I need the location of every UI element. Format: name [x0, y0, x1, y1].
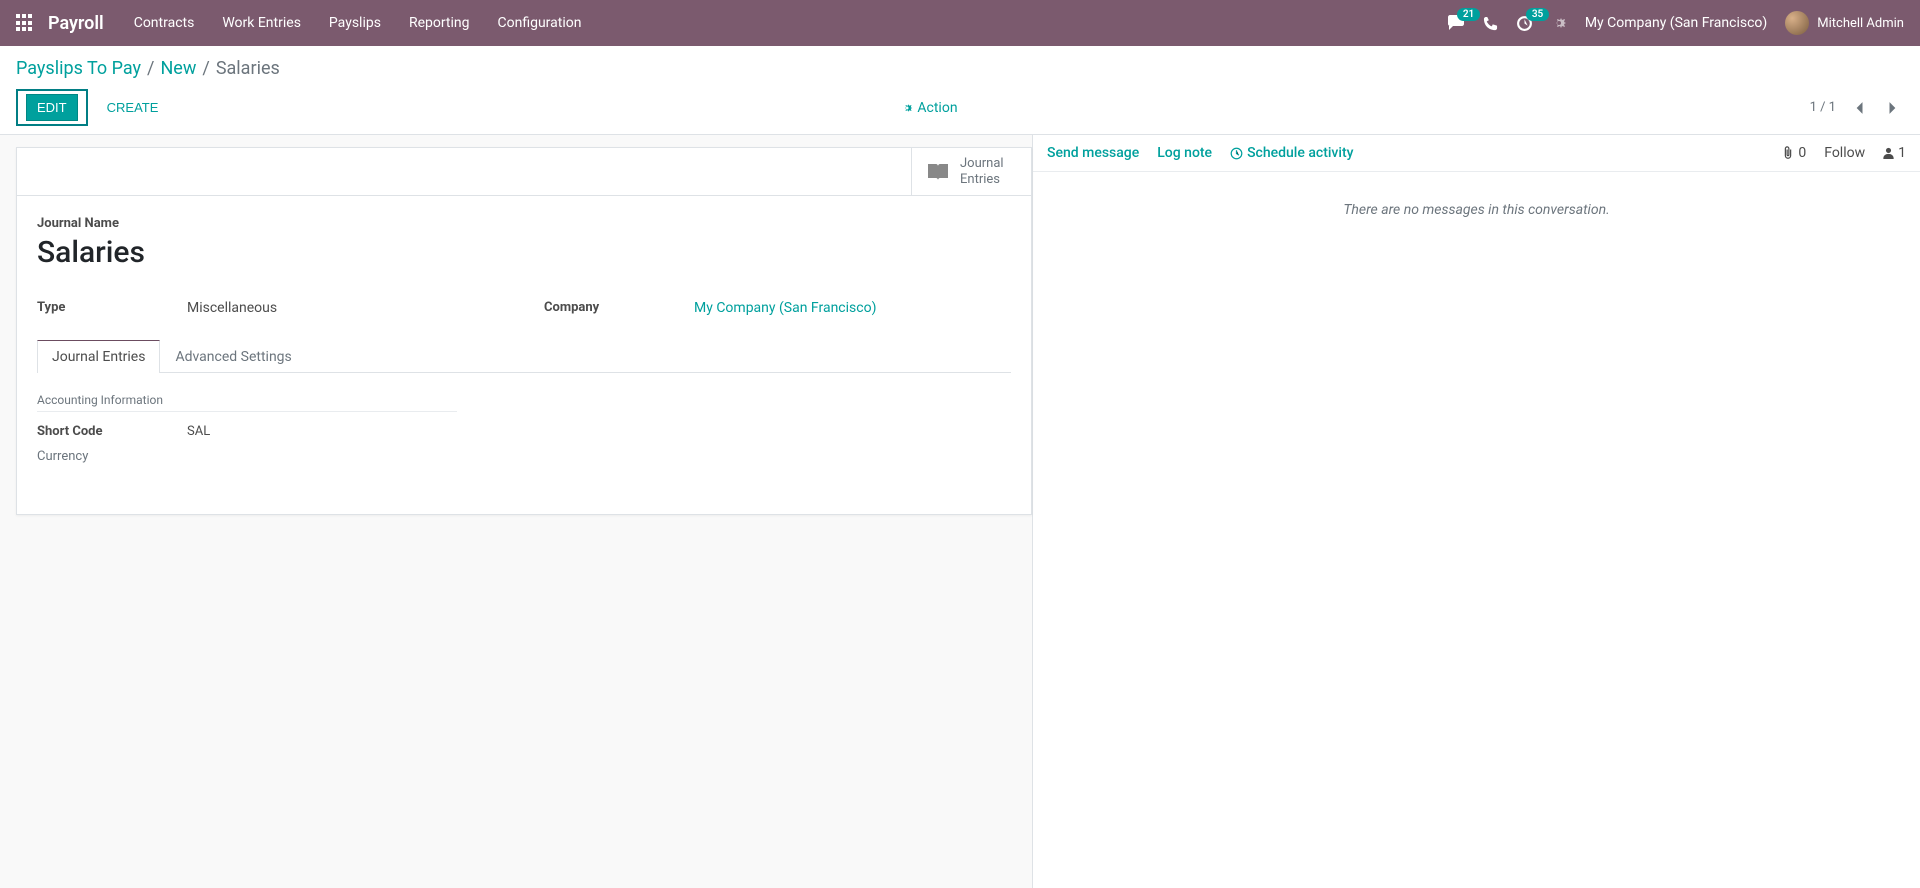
followers-count: 1 — [1898, 145, 1906, 161]
top-navbar: Payroll Contracts Work Entries Payslips … — [0, 0, 1920, 46]
nav-item-configuration[interactable]: Configuration — [498, 15, 582, 31]
type-value: Miscellaneous — [187, 300, 504, 316]
user-menu[interactable]: Mitchell Admin — [1785, 11, 1904, 35]
company-label: Company — [544, 300, 694, 316]
attachments-button[interactable]: 0 — [1782, 145, 1806, 161]
clock-icon — [1230, 147, 1243, 160]
debug-icon[interactable] — [1551, 15, 1567, 31]
action-dropdown[interactable]: Action — [901, 100, 957, 116]
section-accounting-info: Accounting Information — [37, 393, 457, 412]
pager-value: 1 / 1 — [1810, 100, 1836, 115]
chatter-panel: Send message Log note Schedule activity … — [1032, 135, 1920, 888]
activities-icon[interactable]: 35 — [1516, 15, 1533, 32]
messages-icon[interactable]: 21 — [1447, 15, 1465, 31]
breadcrumb-sep: / — [147, 58, 154, 79]
create-button[interactable]: CREATE — [96, 94, 170, 121]
nav-menu: Contracts Work Entries Payslips Reportin… — [134, 15, 582, 31]
gear-icon — [901, 102, 913, 114]
tabs: Journal Entries Advanced Settings — [37, 340, 1011, 373]
breadcrumb-current: Salaries — [216, 58, 280, 79]
messages-badge: 21 — [1457, 8, 1480, 21]
stat-label-2: Entries — [960, 172, 1000, 187]
pager: 1 / 1 — [1810, 99, 1904, 117]
tab-journal-entries[interactable]: Journal Entries — [37, 340, 160, 373]
follow-button[interactable]: Follow — [1824, 145, 1865, 161]
tab-advanced-settings[interactable]: Advanced Settings — [160, 340, 306, 373]
paperclip-icon — [1782, 146, 1794, 160]
nav-item-payslips[interactable]: Payslips — [329, 15, 381, 31]
journal-name-label: Journal Name — [37, 216, 1011, 231]
apps-menu-icon[interactable] — [16, 14, 34, 32]
attachments-count: 0 — [1798, 145, 1806, 161]
journal-entries-stat-button[interactable]: Journal Entries — [911, 148, 1031, 195]
app-brand[interactable]: Payroll — [48, 13, 104, 34]
company-value[interactable]: My Company (San Francisco) — [694, 300, 1011, 316]
breadcrumb: Payslips To Pay / New / Salaries — [16, 58, 1904, 79]
short-code-value: SAL — [187, 424, 210, 439]
form-sheet: Journal Entries Journal Name Salaries Ty… — [16, 147, 1032, 515]
breadcrumb-sep: / — [202, 58, 209, 79]
control-panel: Payslips To Pay / New / Salaries EDIT CR… — [0, 46, 1920, 135]
activities-badge: 35 — [1526, 8, 1549, 21]
schedule-activity-button[interactable]: Schedule activity — [1230, 145, 1353, 161]
company-selector[interactable]: My Company (San Francisco) — [1585, 15, 1767, 31]
pager-prev[interactable] — [1848, 99, 1870, 117]
edit-button[interactable]: EDIT — [26, 94, 78, 121]
journal-name-value: Salaries — [37, 235, 1011, 270]
send-message-button[interactable]: Send message — [1047, 145, 1139, 161]
type-label: Type — [37, 300, 187, 316]
schedule-activity-label: Schedule activity — [1247, 145, 1353, 161]
breadcrumb-new[interactable]: New — [160, 58, 196, 79]
short-code-label: Short Code — [37, 424, 187, 439]
log-note-button[interactable]: Log note — [1157, 145, 1212, 161]
stat-label-1: Journal — [960, 156, 1004, 171]
breadcrumb-payslips[interactable]: Payslips To Pay — [16, 58, 141, 79]
nav-item-work-entries[interactable]: Work Entries — [222, 15, 301, 31]
phone-icon[interactable] — [1483, 16, 1498, 31]
avatar-icon — [1785, 11, 1809, 35]
chatter-empty-text: There are no messages in this conversati… — [1033, 172, 1920, 248]
book-icon — [926, 161, 950, 183]
user-icon — [1883, 147, 1894, 159]
nav-item-reporting[interactable]: Reporting — [409, 15, 470, 31]
followers-button[interactable]: 1 — [1883, 145, 1906, 161]
action-label: Action — [917, 100, 957, 116]
pager-next[interactable] — [1882, 99, 1904, 117]
nav-item-contracts[interactable]: Contracts — [134, 15, 195, 31]
currency-label: Currency — [37, 449, 187, 464]
user-name: Mitchell Admin — [1817, 16, 1904, 31]
